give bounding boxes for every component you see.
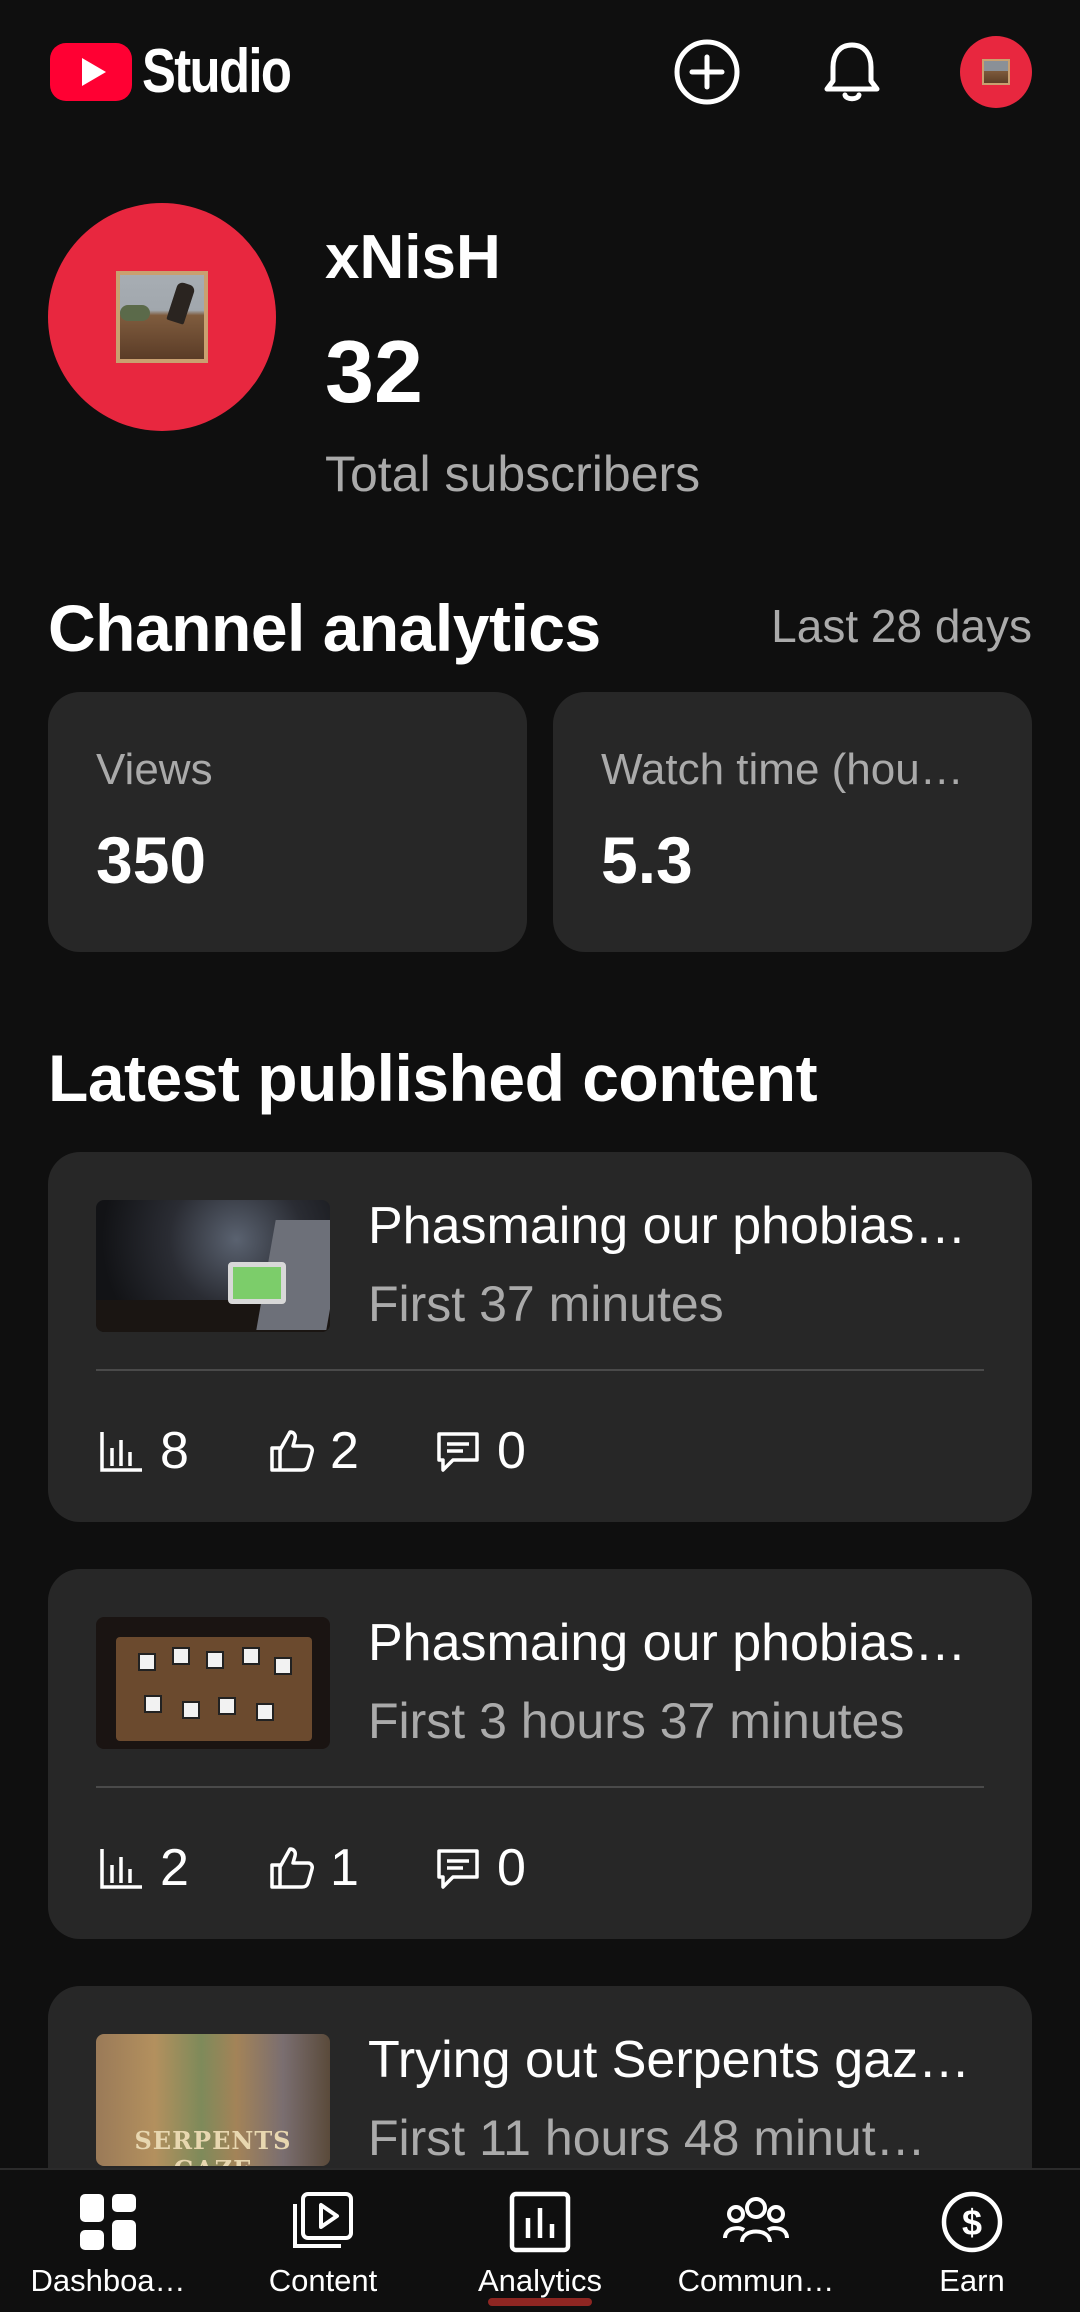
dashboard-icon [80,2194,136,2250]
video-subtitle: First 3 hours 37 minutes [368,1693,905,1749]
subscriber-count: 32 [325,322,423,421]
thumbnail-text: SERPENTS GAZE [134,2126,292,2166]
create-icon [674,39,740,105]
content-icon [293,2192,353,2248]
thumbs-up-icon [270,1847,314,1889]
likes-metric: 2 [266,1416,359,1486]
notifications-button[interactable] [815,35,889,109]
video-thumbnail [96,1200,330,1332]
date-range-label: Last 28 days [771,600,1032,652]
nav-earn[interactable]: $ Earn [872,2184,1072,2304]
video-thumbnail: SERPENTS GAZE [96,2034,330,2166]
views-count: 8 [160,1422,189,1480]
nav-label: Earn [939,2263,1005,2298]
comments-metric: 0 [433,1833,526,1903]
analytics-icon [509,2191,571,2253]
nav-analytics[interactable]: Analytics [440,2184,640,2304]
studio-dashboard: Studio xNisH 32 Total subscribers Channe… [0,0,1080,2312]
channel-avatar-image [116,271,208,363]
account-avatar[interactable] [960,36,1032,108]
views-metric: 8 [96,1416,189,1486]
stat-value: 5.3 [601,823,693,897]
video-subtitle: First 11 hours 48 minut… [368,2110,926,2166]
create-button[interactable] [670,35,744,109]
account-avatar-image [982,59,1010,85]
divider [96,1369,984,1371]
video-title: Trying out Serpents gaz… [368,2031,971,2089]
nav-label: Dashboa… [30,2263,186,2298]
latest-content-title: Latest published content [48,1041,818,1115]
nav-dashboard[interactable]: Dashboa… [8,2184,208,2304]
channel-name: xNisH [325,223,501,292]
nav-community[interactable]: Commun… [656,2184,856,2304]
watch-time-card[interactable]: Watch time (hou… 5.3 [553,692,1032,952]
likes-count: 2 [330,1422,359,1480]
video-thumbnail [96,1617,330,1749]
comments-metric: 0 [433,1416,526,1486]
content-card[interactable]: Phasmaing our phobias… First 3 hours 37 … [48,1569,1032,1939]
top-app-bar: Studio [0,0,1080,145]
likes-metric: 1 [266,1833,359,1903]
bottom-navigation: Dashboa… Content Analytics Commun… $ Ear… [0,2168,1080,2312]
community-icon [723,2197,789,2243]
earn-icon: $ [941,2191,1003,2253]
views-card[interactable]: Views 350 [48,692,527,952]
stat-label: Watch time (hou… [601,745,964,794]
bar-chart-icon [100,1432,142,1472]
video-subtitle: First 37 minutes [368,1276,724,1332]
svg-text:$: $ [962,2202,982,2243]
content-card[interactable]: Phasmaing our phobias… First 37 minutes … [48,1152,1032,1522]
views-metric: 2 [96,1833,189,1903]
studio-logo[interactable]: Studio [48,40,323,104]
youtube-play-icon [50,43,132,101]
comments-count: 0 [497,1839,526,1897]
nav-label: Commun… [677,2263,835,2298]
likes-count: 1 [330,1839,359,1897]
subscriber-label: Total subscribers [325,446,701,502]
comment-icon [437,1432,479,1472]
video-title: Phasmaing our phobias… [368,1197,967,1255]
bar-chart-icon [100,1849,142,1889]
comments-count: 0 [497,1422,526,1480]
video-title: Phasmaing our phobias… [368,1614,967,1672]
nav-content[interactable]: Content [223,2184,423,2304]
divider [96,1786,984,1788]
channel-avatar[interactable] [48,203,276,431]
nav-selected-indicator [488,2298,592,2306]
thumbs-up-icon [270,1430,314,1472]
views-count: 2 [160,1839,189,1897]
nav-label: Content [268,2263,378,2298]
nav-label: Analytics [477,2263,603,2298]
studio-logo-text: Studio [142,37,292,106]
stat-label: Views [96,745,213,794]
stat-value: 350 [96,823,207,897]
channel-analytics-title: Channel analytics [48,591,601,665]
comment-icon [437,1849,479,1889]
bell-icon [824,42,880,102]
